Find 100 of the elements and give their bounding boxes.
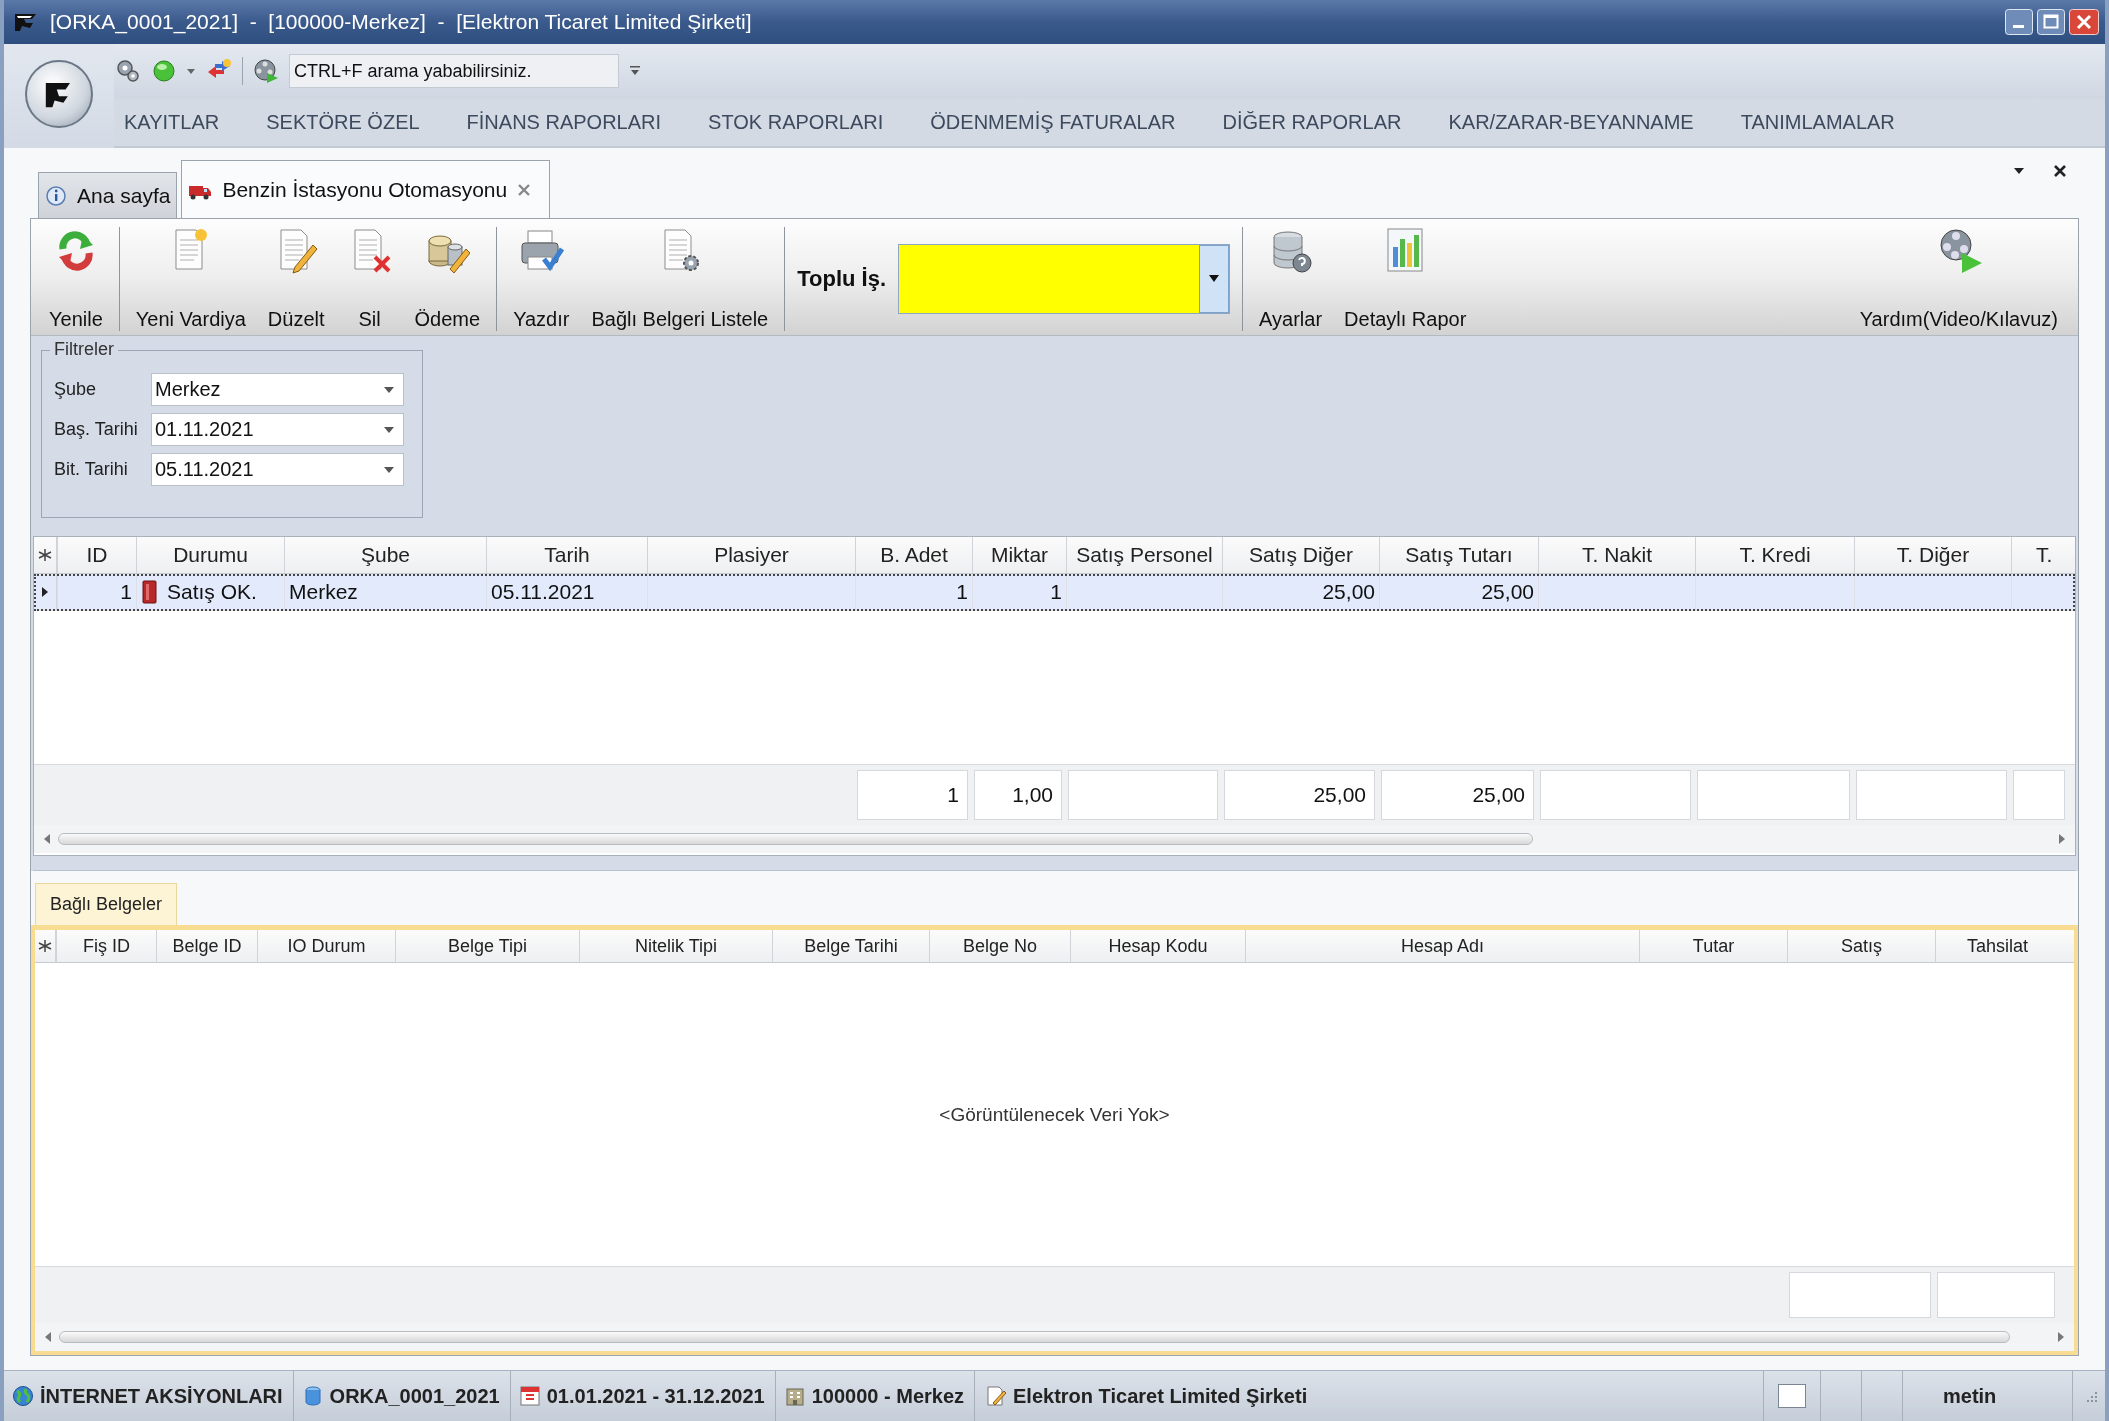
summary-cell: 25,00 (1381, 770, 1534, 820)
close-button[interactable] (2069, 9, 2099, 35)
empty-grid-message: <Görüntülenecek Veri Yok> (939, 1103, 1170, 1126)
toolbar-button[interactable]: Ödeme (406, 227, 489, 331)
toolbar-button[interactable]: Bağlı Belgeri Listele (583, 227, 777, 331)
table-cell: Merkez (284, 574, 486, 610)
menu-item[interactable]: STOK RAPORLARI (708, 110, 884, 134)
status-text: ORKA_0001_2021 (329, 1384, 500, 1408)
status-text: 100000 - Merkez (811, 1384, 965, 1408)
bulk-action-label: Toplu İş. (797, 266, 887, 292)
menu-item[interactable]: KAYITLAR (124, 110, 220, 134)
table-row[interactable]: 1 Satış OK. Merkez 05.11.2021 1 1 25,00 25,00 (34, 574, 2075, 611)
column-header[interactable]: Belge Tarihi (772, 930, 929, 962)
column-header[interactable]: Şube (284, 537, 486, 573)
menu-item[interactable]: KAR/ZARAR-BEYANNAME (1448, 110, 1694, 134)
summary-cell: 25,00 (1224, 770, 1375, 820)
column-header[interactable]: IO Durum (257, 930, 395, 962)
toolbar-button[interactable]: Sil (338, 227, 401, 331)
toolbar-button[interactable]: Yenile (41, 227, 111, 331)
menu-item[interactable]: SEKTÖRE ÖZEL (266, 110, 420, 134)
column-header[interactable]: Hesap Adı (1245, 930, 1639, 962)
column-header[interactable]: Satış (1787, 930, 1935, 962)
table-cell: 1 (855, 574, 972, 610)
dropdown-field[interactable]: Merkez (151, 373, 404, 406)
column-header[interactable]: Belge No (929, 930, 1070, 962)
dropdown-caret-icon[interactable] (383, 425, 395, 434)
dropdown-caret-icon[interactable] (383, 465, 395, 474)
menu-item[interactable]: FİNANS RAPORLARI (466, 110, 662, 134)
column-header[interactable]: Plasiyer (647, 537, 855, 573)
close-tab-icon[interactable] (517, 182, 532, 197)
field-label: Baş. Tarihi (54, 419, 139, 440)
scroll-right-icon[interactable] (2057, 833, 2067, 845)
summary-cell (2013, 770, 2065, 820)
toolbar-button[interactable]: Yeni Vardiya (127, 227, 254, 331)
toolbar-button[interactable]: Ayarlar (1251, 227, 1331, 331)
status-light-icon[interactable] (152, 59, 176, 84)
column-header[interactable]: Satış Personel (1066, 537, 1222, 573)
table-cell: 1 (57, 574, 136, 610)
dropdown-caret-icon[interactable] (186, 67, 196, 76)
calendar-icon (518, 1385, 541, 1407)
globe-icon (12, 1385, 34, 1407)
tab-list-caret-icon[interactable] (2013, 167, 2025, 175)
column-header[interactable]: ID (57, 537, 136, 573)
search-field[interactable]: CTRL+F arama yababilirsiniz. (289, 54, 619, 89)
column-header[interactable]: Nitelik Tipi (579, 930, 772, 962)
toolbar-button[interactable]: Yardım(Video/Kılavuz) (1851, 227, 2066, 331)
table-cell: 1 (972, 574, 1066, 610)
panel-tab[interactable]: Bağlı Belgeler (35, 883, 178, 925)
status-text: İNTERNET AKSİYONLARI (40, 1384, 283, 1408)
document-tab[interactable]: Ana sayfa (38, 172, 178, 218)
column-header[interactable]: Satış Tutarı (1379, 537, 1538, 573)
column-header[interactable]: Tutar (1639, 930, 1787, 962)
document-tab[interactable]: Benzin İstasyonu Otomasyonu (181, 160, 551, 218)
minimize-button[interactable] (2005, 9, 2033, 35)
film-reel-icon[interactable] (253, 58, 279, 85)
table-cell: 25,00 (1379, 574, 1538, 610)
info-icon (45, 184, 69, 207)
toolbar-button[interactable]: Düzelt (259, 227, 333, 331)
edit-document-icon (985, 1385, 1008, 1407)
dropdown-field[interactable]: 05.11.2021 (151, 453, 404, 486)
column-header[interactable]: Hesap Kodu (1070, 930, 1245, 962)
status-text: Elektron Ticaret Limited Şirketi (1013, 1384, 1308, 1408)
menu-item[interactable]: ÖDENMEMİŞ FATURALAR (930, 110, 1176, 134)
column-header[interactable]: T. Kredi (1695, 537, 1854, 573)
column-header[interactable]: T. Nakit (1538, 537, 1695, 573)
menu-item[interactable]: TANIMLAMALAR (1740, 110, 1895, 134)
scroll-left-icon[interactable] (43, 1331, 53, 1343)
column-header[interactable]: Miktar (972, 537, 1066, 573)
column-header[interactable]: Fiş ID (56, 930, 156, 962)
dropdown-caret-icon[interactable] (383, 385, 395, 394)
table-cell: 05.11.2021 (486, 574, 647, 610)
column-header[interactable]: Tahsilat (1935, 930, 2059, 962)
column-header[interactable]: T. Diğer (1854, 537, 2011, 573)
close-icon[interactable] (2053, 164, 2067, 178)
table-cell: Satış OK. (136, 574, 284, 610)
binder-icon (141, 580, 159, 604)
maximize-button[interactable] (2037, 9, 2065, 35)
bulk-action-dropdown[interactable] (898, 244, 1231, 314)
column-header[interactable]: Belge ID (156, 930, 257, 962)
summary-cell: 1 (857, 770, 968, 820)
column-header[interactable]: Belge Tipi (395, 930, 579, 962)
user-name: metin (1943, 1384, 1997, 1408)
dropdown-field[interactable]: 01.11.2021 (151, 413, 404, 446)
menu-item[interactable]: DİĞER RAPORLAR (1222, 110, 1402, 134)
column-header[interactable]: B. Adet (855, 537, 972, 573)
column-header[interactable]: Satış Diğer (1222, 537, 1379, 573)
table-cell: 25,00 (1222, 574, 1379, 610)
column-header[interactable]: T. (2011, 537, 2069, 573)
toolbar-button[interactable]: Detaylı Rapor (1336, 227, 1475, 331)
window-title: [ORKA_0001_2021] - [100000-Merkez] - [Elektron Ticaret Limited Şirketi] (50, 10, 753, 34)
field-label: Şube (54, 379, 98, 400)
column-header[interactable]: Tarih (486, 537, 647, 573)
scroll-right-icon[interactable] (2056, 1331, 2066, 1343)
scrollbar-thumb[interactable] (58, 833, 1533, 845)
building-icon (783, 1385, 806, 1407)
scroll-left-icon[interactable] (42, 833, 52, 845)
scrollbar-thumb[interactable] (59, 1331, 2011, 1343)
toolbar-button[interactable]: Yazdır (505, 227, 578, 331)
status-text: 01.01.2021 - 31.12.2021 (546, 1384, 765, 1408)
column-header[interactable]: Durumu (136, 537, 284, 573)
